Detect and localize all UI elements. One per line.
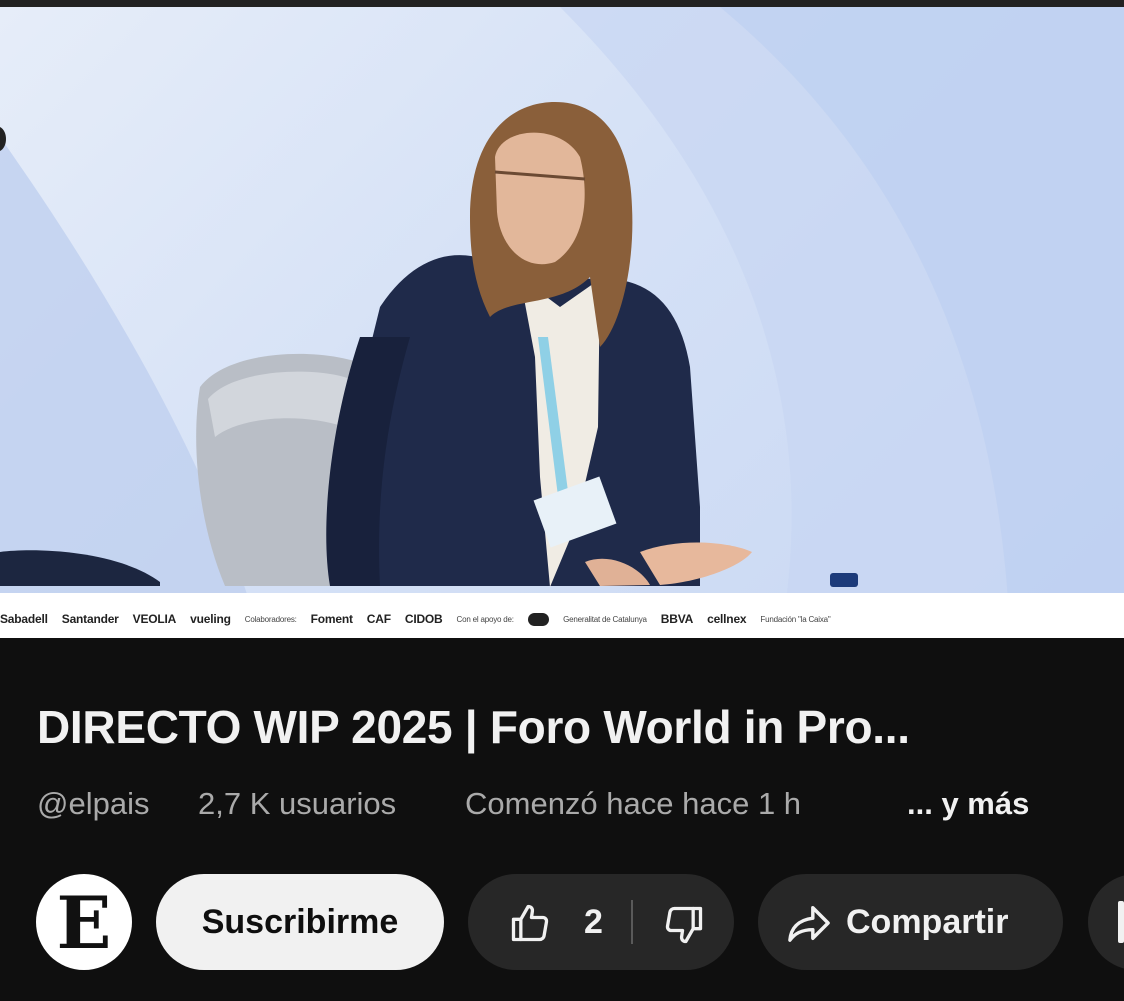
- sponsor-logo: Sabadell: [0, 612, 48, 626]
- sponsor-logo: Generalitat de Catalunya: [563, 614, 647, 624]
- sponsor-caption: Colaboradores:: [244, 614, 297, 624]
- sponsor-logo: Foment: [310, 612, 353, 626]
- more-actions-chip[interactable]: [1088, 874, 1124, 970]
- sponsor-logo: Fundación "la Caixa": [760, 614, 831, 624]
- share-button[interactable]: Compartir: [758, 874, 1063, 970]
- share-arrow-icon: [786, 902, 832, 949]
- sponsor-strip: Sabadell Santander VEOLIA vueling Colabo…: [0, 593, 1124, 638]
- video-frame: [0, 7, 1124, 638]
- thumbs-up-icon[interactable]: [508, 901, 552, 950]
- chip-icon: [1118, 901, 1124, 943]
- like-dislike-group: 2: [468, 874, 734, 970]
- top-status-bar: [0, 0, 1124, 7]
- more-link[interactable]: ... y más: [907, 786, 1029, 822]
- like-divider: [631, 900, 633, 944]
- start-time: Comenzó hace hace 1 h: [465, 786, 802, 821]
- sponsor-logo: CAF: [366, 612, 391, 626]
- subscribe-button[interactable]: Suscribirme: [156, 874, 444, 970]
- sponsor-logo: VEOLIA: [132, 612, 177, 626]
- sponsor-logo: CIDOB: [404, 612, 443, 626]
- channel-handle[interactable]: @elpais: [37, 786, 149, 822]
- sponsor-logo: cellnex: [707, 612, 747, 626]
- video-player[interactable]: Sabadell Santander VEOLIA vueling Colabo…: [0, 7, 1124, 638]
- channel-avatar[interactable]: E: [36, 874, 132, 970]
- sponsor-logo: Santander: [61, 612, 119, 626]
- avatar-letter: E: [56, 880, 112, 965]
- sponsor-caption: Con el apoyo de:: [456, 614, 514, 624]
- video-title[interactable]: DIRECTO WIP 2025 | Foro World in Pro...: [37, 700, 1087, 754]
- sponsor-logo: [527, 612, 550, 626]
- share-label: Compartir: [846, 903, 1009, 941]
- sponsor-logo: vueling: [190, 612, 231, 626]
- viewer-count: 2,7 K usuarios: [198, 786, 397, 821]
- thumbs-down-icon[interactable]: [662, 903, 706, 952]
- like-count[interactable]: 2: [584, 903, 603, 942]
- sponsor-logo: BBVA: [660, 612, 694, 626]
- video-meta[interactable]: @elpais 2,7 K usuarios Comenzó hace hace…: [37, 786, 1097, 830]
